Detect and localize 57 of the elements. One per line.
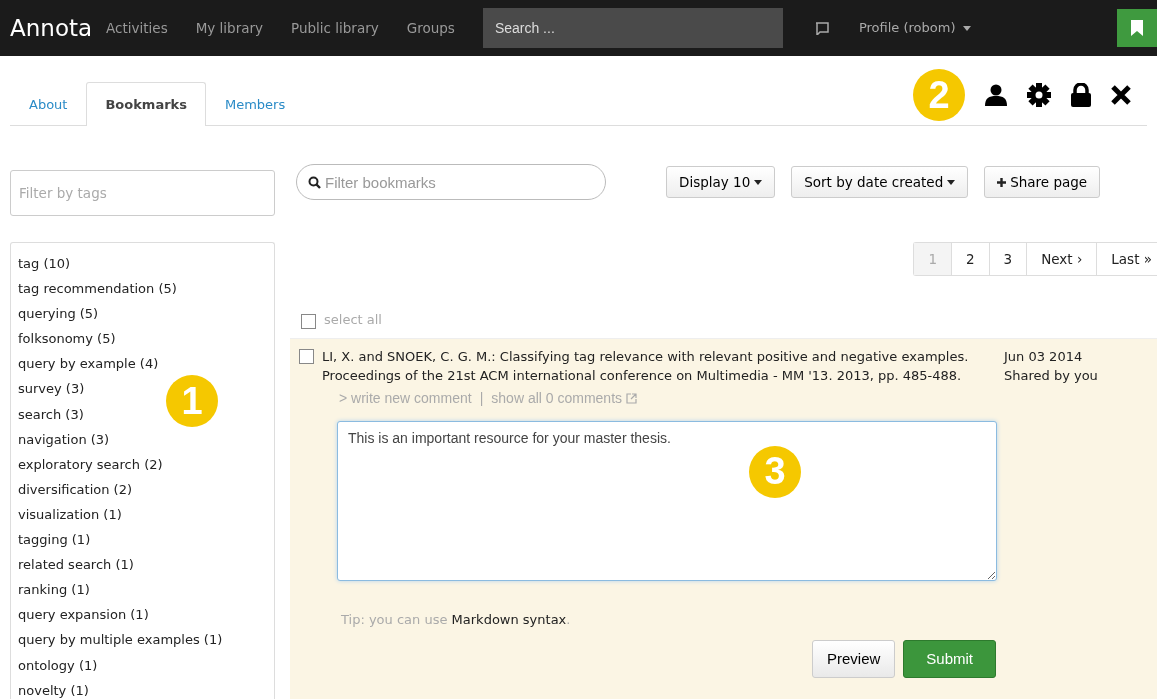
tab[interactable]: Members [205,81,305,126]
callout-number: 2 [913,69,965,121]
nav-link[interactable]: My library [195,17,264,39]
tag-link[interactable]: ranking (1) [18,577,90,603]
caret-icon [963,25,972,31]
submit-button[interactable]: Submit [903,639,996,679]
display-dropdown[interactable]: Display 10 [666,166,776,198]
date-text: Jun 03 2014 [1004,347,1084,366]
close-icon [1111,85,1131,105]
checkbox-label: select all [324,311,382,330]
plus-icon [997,177,1007,187]
tag-link[interactable]: related search (1) [18,552,134,578]
tag-link[interactable]: query expansion (1) [18,602,149,628]
brand-logo[interactable]: Annota [10,10,93,46]
caret-icon [947,179,956,185]
profile-dropdown[interactable]: Profile (robom) [858,18,972,38]
user-icon [985,84,1007,106]
caret-icon [754,179,763,185]
tag-link[interactable]: tagging (1) [18,527,91,553]
tag-link[interactable]: tag recommendation (5) [18,276,177,302]
tab[interactable]: About [10,81,87,126]
checkbox[interactable] [301,313,316,329]
bookmark-filter-field[interactable]: Filter bookmarks [296,164,606,200]
tag-link[interactable]: tag (10) [18,251,71,277]
separator-text: | [479,388,484,408]
tab[interactable]: Bookmarks [86,81,206,126]
tag-link[interactable]: visualization (1) [18,501,122,528]
tag-link[interactable]: search (3) [18,401,84,427]
share-button[interactable]: Share page [984,166,1101,198]
tag-link[interactable]: diversification (2) [18,476,133,502]
tag-link[interactable]: ontology (1) [18,652,98,678]
tag-link[interactable]: query by example (4) [18,351,159,377]
tag-link[interactable]: navigation (3) [18,426,110,452]
nav-link[interactable]: Activities [106,17,168,39]
tag-link[interactable]: querying (5) [18,301,99,327]
tag-link[interactable]: query by multiple examples (1) [18,627,223,653]
search-field[interactable]: Search ... [482,8,783,48]
tag-link[interactable]: survey (3) [18,376,85,402]
settings-icon [1027,83,1051,107]
bookmark-button[interactable] [1117,9,1157,47]
bookmark-icon [1131,20,1143,36]
tag-link[interactable]: exploratory search (2) [18,451,163,477]
tag-link[interactable]: folksonomy (5) [18,326,116,352]
citation-text: LI, X. and SNOEK, C. G. M.: Classifying tag relevance with relevant positive and negative examples. Proceedings of the 21st ACM international conference on Multimedia - MM '13. 2013, pp. 485-488. [322,347,970,386]
preview-button[interactable]: Preview [811,639,896,679]
callout-number: 1 [166,375,218,427]
nav-link[interactable]: Groups [406,17,455,39]
tag-link[interactable]: novelty (1) [18,677,89,699]
search-icon [308,176,321,189]
tag-filter-field[interactable]: Filter by tags [10,170,275,216]
tip-text: Tip: you can use Markdown syntax. [341,611,572,630]
nav-link[interactable]: Public library [291,17,379,39]
sort-dropdown[interactable]: Sort by date created [791,166,969,198]
external-link-icon [626,392,638,404]
checkbox[interactable] [299,348,314,364]
lock-icon [1071,83,1091,107]
shared-text: Shared by you [1004,367,1098,386]
